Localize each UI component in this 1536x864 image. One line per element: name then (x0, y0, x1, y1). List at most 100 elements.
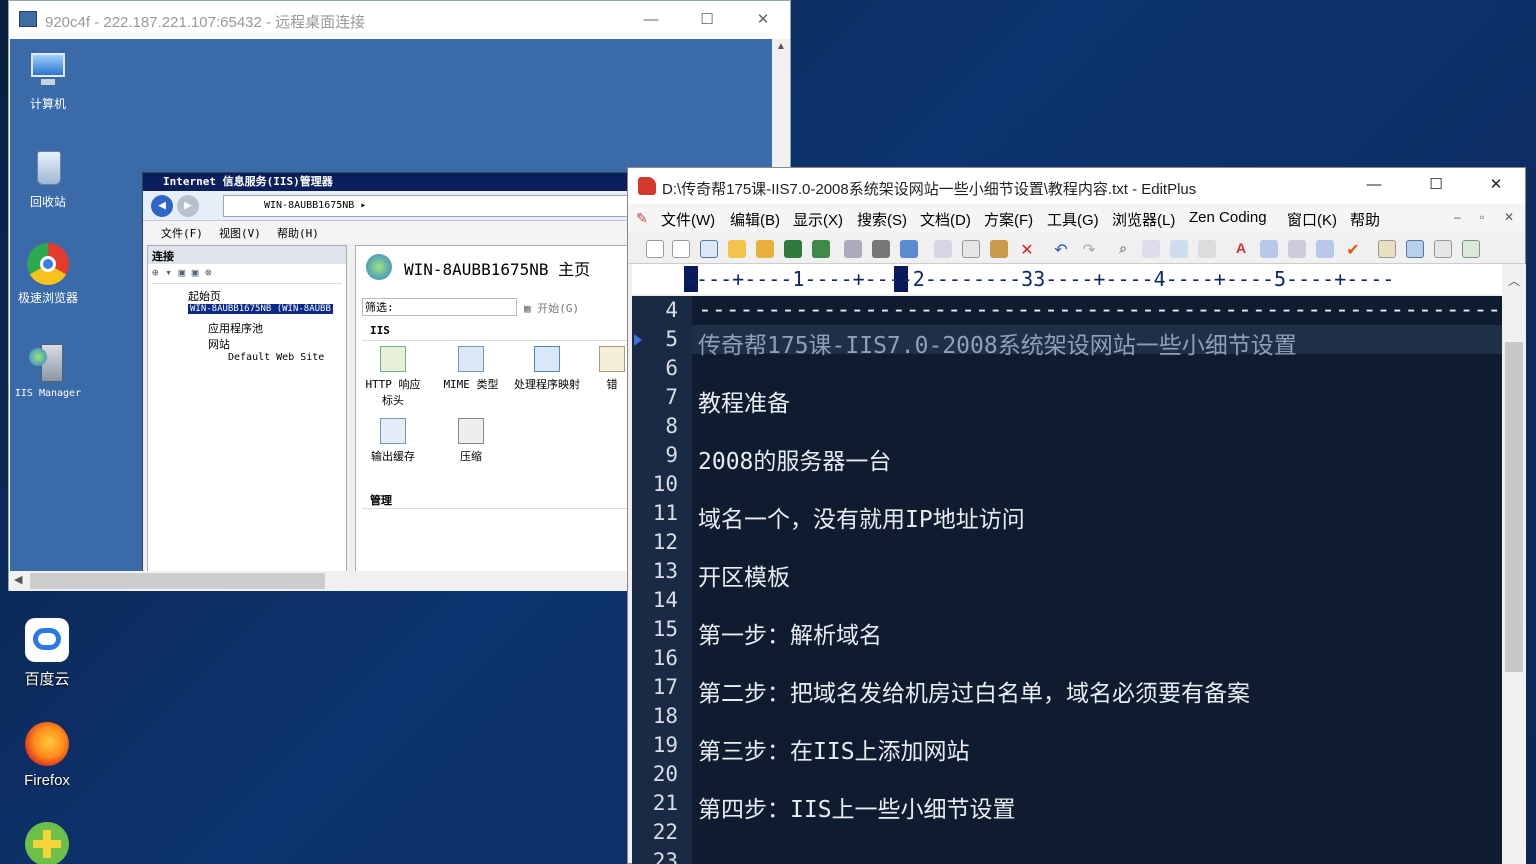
feature-label: HTTP 响应标头 (365, 378, 421, 407)
menu-tools[interactable]: 工具(G) (1047, 209, 1099, 230)
directory-icon[interactable] (1406, 240, 1424, 258)
iis-address-text: WIN-8AUBB1675NB (264, 200, 355, 211)
start-filter-label: 开始(G) (537, 302, 580, 315)
redo-icon[interactable]: ↷ (1080, 240, 1098, 259)
new-browser-icon[interactable] (700, 240, 718, 258)
group-iis-header: IIS (370, 324, 390, 337)
save-icon[interactable] (784, 240, 802, 258)
feature-mime-types[interactable]: MIME 类型 (438, 346, 504, 392)
maximize-button[interactable]: ☐ (1414, 172, 1458, 198)
http-headers-icon (380, 346, 406, 372)
feature-errors[interactable]: 错 (592, 346, 632, 392)
cut-icon[interactable] (934, 240, 952, 258)
code-line: 域名一个，没有就用IP地址访问 (698, 507, 1025, 533)
output-window-icon[interactable] (1434, 240, 1452, 258)
iis-menu-file[interactable]: 文件(F) (161, 225, 203, 241)
maximize-button[interactable]: ☐ (685, 7, 729, 33)
iis-home-title: WIN-8AUBB1675NB 主页 (404, 260, 591, 279)
copy-icon[interactable] (962, 240, 980, 258)
delete-icon[interactable]: ✕ (1018, 240, 1036, 259)
remote-icon-recycle-bin[interactable]: 回收站 (10, 147, 86, 210)
feature-output-cache[interactable]: 输出缓存 (360, 418, 426, 464)
cliptext-icon[interactable] (1378, 240, 1396, 258)
editor-scroll-thumb[interactable] (1505, 342, 1523, 672)
minimize-button[interactable]: — (1352, 172, 1396, 198)
iis-address-field[interactable]: WIN-8AUBB1675NB ▸ (223, 195, 633, 217)
spellcheck-icon[interactable] (900, 240, 918, 258)
goto-icon[interactable] (1198, 240, 1216, 258)
menu-document[interactable]: 文档(D) (920, 209, 971, 230)
desktop-icon-app[interactable] (10, 822, 84, 864)
iis-title-bar[interactable]: Internet 信息服务(IIS)管理器 (143, 173, 641, 191)
menu-window[interactable]: 窗口(K) (1287, 209, 1337, 230)
ruler-icon[interactable] (1316, 240, 1334, 258)
line-number: 17 (652, 675, 678, 699)
tree-default-web-site[interactable]: Default Web Site (228, 352, 324, 363)
feature-compression[interactable]: 压缩 (438, 418, 504, 464)
mdi-restore-button[interactable]: ▫ (1480, 210, 1484, 224)
code-line: ----------------------------------------… (698, 297, 1502, 323)
remote-icon-iis-manager[interactable]: IIS Manager (10, 342, 86, 399)
menu-project[interactable]: 方案(F) (984, 209, 1033, 230)
find-icon[interactable]: ⌕ (1114, 240, 1132, 258)
open-folder-icon[interactable] (728, 240, 746, 258)
menu-browser[interactable]: 浏览器(L) (1112, 209, 1175, 230)
paste-icon[interactable] (990, 240, 1008, 258)
scroll-up-icon[interactable]: ▲ (772, 39, 790, 52)
rdp-window-title: 920c4f - 222.187.221.107:65432 - 远程桌面连接 (45, 14, 366, 31)
line-number: 10 (652, 472, 678, 496)
print-preview-icon[interactable] (844, 240, 862, 258)
forward-arrow-icon[interactable]: ▶ (177, 195, 199, 217)
print-icon[interactable] (872, 240, 890, 258)
back-arrow-icon[interactable]: ◀ (151, 195, 173, 217)
new-file-icon[interactable] (646, 240, 664, 258)
pencil-icon: ✎ (636, 210, 648, 226)
editor-vertical-scrollbar[interactable]: ︿ (1502, 264, 1526, 864)
menu-view[interactable]: 显示(X) (793, 209, 843, 230)
feature-label: 处理程序映射 (514, 378, 580, 391)
menu-search[interactable]: 搜索(S) (857, 209, 907, 230)
font-icon[interactable]: A (1232, 240, 1250, 258)
close-button[interactable]: ✕ (741, 7, 785, 33)
new-document-icon[interactable] (672, 240, 690, 258)
menu-file[interactable]: 文件(W) (661, 209, 715, 230)
menu-edit[interactable]: 编辑(B) (730, 209, 780, 230)
tree-server-node[interactable]: WIN-8AUBB1675NB (WIN-8AUBB (188, 304, 333, 314)
filter-field[interactable]: 筛选: (362, 298, 517, 316)
tree-sites[interactable]: 网站 (208, 336, 230, 352)
feature-handler-mappings[interactable]: 处理程序映射 (514, 346, 580, 392)
iis-menu-help[interactable]: 帮助(H) (277, 225, 319, 241)
start-filter-button[interactable]: ▦ 开始(G) (524, 300, 579, 316)
open-remote-icon[interactable] (756, 240, 774, 258)
rdp-title-bar[interactable]: 920c4f - 222.187.221.107:65432 - 远程桌面连接 … (9, 1, 790, 39)
scroll-left-icon[interactable]: ◀ (14, 573, 22, 586)
line-number-icon[interactable] (1288, 240, 1306, 258)
fullscreen-icon[interactable] (1462, 240, 1480, 258)
iis-menu-view[interactable]: 视图(V) (219, 225, 261, 241)
minimize-button[interactable]: — (629, 7, 673, 33)
replace-icon[interactable] (1142, 240, 1160, 258)
tree-start-page[interactable]: 起始页 (188, 288, 221, 304)
tree-app-pools[interactable]: 应用程序池 (208, 320, 263, 336)
editplus-title-bar[interactable]: D:\传奇帮175课-IIS7.0-2008系统架设网站一些小细节设置\教程内容… (628, 168, 1525, 204)
text-editor-area[interactable]: ----------------------------------------… (692, 296, 1502, 864)
desktop-icon-firefox[interactable]: Firefox (10, 722, 84, 789)
save-all-icon[interactable] (812, 240, 830, 258)
menu-zen-coding[interactable]: Zen Coding (1189, 209, 1267, 226)
menu-help[interactable]: 帮助 (1350, 209, 1380, 230)
remote-icon-computer[interactable]: 计算机 (10, 49, 86, 112)
close-button[interactable]: ✕ (1474, 172, 1518, 198)
word-wrap-icon[interactable] (1260, 240, 1278, 258)
chrome-icon (27, 243, 69, 285)
remote-icon-browser[interactable]: 极速浏览器 (10, 243, 86, 306)
rdp-app-icon (19, 11, 37, 27)
scroll-up-icon[interactable]: ︿ (1502, 264, 1526, 289)
find-in-files-icon[interactable] (1170, 240, 1188, 258)
rdp-hscroll-thumb[interactable] (30, 573, 325, 589)
feature-http-headers[interactable]: HTTP 响应标头 (360, 346, 426, 408)
mdi-minimize-button[interactable]: – (1454, 210, 1461, 224)
check-icon[interactable]: ✔ (1344, 240, 1362, 259)
desktop-icon-baidu-cloud[interactable]: 百度云 (10, 618, 84, 689)
undo-icon[interactable]: ↶ (1052, 240, 1070, 259)
mdi-close-button[interactable]: ✕ (1504, 210, 1514, 224)
